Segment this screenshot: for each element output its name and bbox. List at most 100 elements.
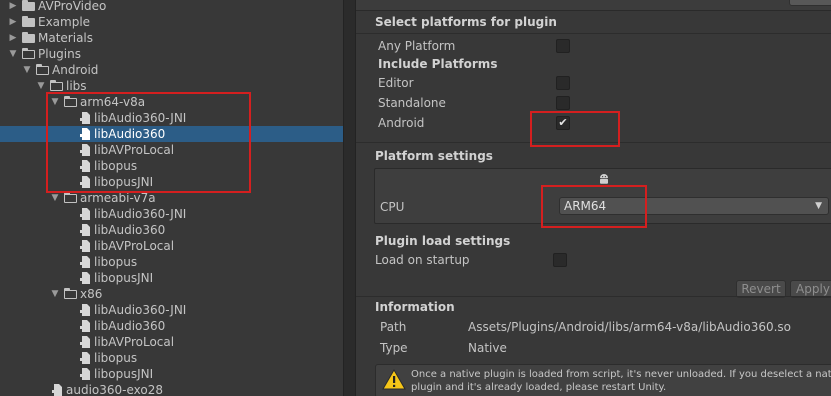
- tree-item-label: libopusJNI: [94, 271, 154, 285]
- plugin-icon: [78, 318, 92, 334]
- tree-folder-item[interactable]: ▼ Plugins: [0, 46, 343, 62]
- tree-plugin-item[interactable]: libAudio360: [0, 222, 343, 238]
- plugin-icon: [78, 126, 92, 142]
- plugin-icon: [78, 110, 92, 126]
- plugin-icon: [78, 222, 92, 238]
- platform-android-label: Android: [378, 116, 425, 130]
- tree-plugin-item[interactable]: libopusJNI: [0, 174, 343, 190]
- tree-plugin-item[interactable]: libopus: [0, 350, 343, 366]
- tree-folder-item[interactable]: ▼ x86: [0, 286, 343, 302]
- plugin-icon: [78, 142, 92, 158]
- tree-plugin-item[interactable]: audio360-exo28: [0, 382, 343, 396]
- platform-standalone-label: Standalone: [378, 96, 446, 110]
- information-title: Information: [375, 300, 455, 314]
- tree-item-label: audio360-exo28: [66, 383, 164, 396]
- tree-plugin-item[interactable]: libAVProLocal: [0, 334, 343, 350]
- tree-item-label: Android: [52, 63, 99, 77]
- platform-editor-checkbox[interactable]: [556, 76, 570, 90]
- tree-item-label: Plugins: [38, 47, 81, 61]
- expand-arrow-icon[interactable]: ▼: [8, 46, 18, 62]
- tree-plugin-item[interactable]: libopus: [0, 158, 343, 174]
- tree-plugin-item[interactable]: libAudio360-JNI: [0, 206, 343, 222]
- folder-icon: [22, 14, 36, 30]
- platform-settings-title: Platform settings: [375, 149, 493, 163]
- chevron-down-icon: ▼: [815, 201, 822, 211]
- divider: [356, 142, 831, 143]
- tree-item-label: libAudio360: [94, 223, 166, 237]
- collapse-arrow-icon[interactable]: ▶: [8, 30, 18, 46]
- tree-item-label: libAudio360-JNI: [94, 207, 187, 221]
- plugin-icon: [50, 382, 64, 396]
- tree-plugin-item[interactable]: libopus: [0, 254, 343, 270]
- expand-arrow-icon[interactable]: ▼: [22, 62, 32, 78]
- plugin-icon: [78, 366, 92, 382]
- help-message: Once a native plugin is loaded from scri…: [411, 368, 831, 394]
- plugin-icon: [78, 174, 92, 190]
- tree-item-label: x86: [80, 287, 103, 301]
- tree-folder-item[interactable]: ▼ armeabi-v7a: [0, 190, 343, 206]
- collapse-arrow-icon[interactable]: ▶: [8, 14, 18, 30]
- load-on-startup-label: Load on startup: [375, 253, 470, 267]
- expand-arrow-icon[interactable]: ▼: [36, 78, 46, 94]
- tree-plugin-item[interactable]: libAudio360-JNI: [0, 302, 343, 318]
- collapse-arrow-icon[interactable]: ▶: [8, 0, 18, 14]
- project-tree: ▶ AVProVideo ▶ Example ▶ Materials ▼ Plugins ▼ An…: [0, 0, 343, 396]
- cpu-label: CPU: [380, 200, 405, 214]
- expand-arrow-icon[interactable]: ▼: [50, 286, 60, 302]
- platform-editor-label: Editor: [378, 76, 414, 90]
- tree-plugin-item[interactable]: libAudio360: [0, 126, 343, 142]
- tree-item-label: libAVProLocal: [94, 143, 175, 157]
- tree-item-label: libAudio360: [94, 319, 166, 333]
- tree-item-label: libs: [66, 79, 87, 93]
- tree-item-label: armeabi-v7a: [80, 191, 156, 205]
- cpu-dropdown[interactable]: ARM64 ▼: [559, 197, 829, 215]
- tree-item-label: libAudio360: [94, 127, 166, 141]
- native-plugin-help-box: Once a native plugin is loaded from scri…: [375, 364, 831, 396]
- warning-icon: [382, 369, 406, 390]
- plugin-icon: [78, 158, 92, 174]
- tree-item-label: Materials: [38, 31, 94, 45]
- tree-item-label: libAudio360-JNI: [94, 111, 187, 125]
- tree-item-label: libAVProLocal: [94, 239, 175, 253]
- tree-plugin-item[interactable]: libAudio360-JNI: [0, 110, 343, 126]
- load-on-startup-checkbox[interactable]: [553, 253, 567, 267]
- panel-splitter[interactable]: [343, 0, 356, 396]
- help-line-1: Once a native plugin is loaded from scri…: [411, 369, 831, 380]
- folder-icon: [63, 286, 78, 302]
- tree-plugin-item[interactable]: libopusJNI: [0, 366, 343, 382]
- tree-item-label: libopus: [94, 255, 138, 269]
- include-platforms-title: Include Platforms: [378, 57, 498, 71]
- platform-android-checkbox[interactable]: ✔: [556, 116, 570, 130]
- tree-item-label: libAVProLocal: [94, 335, 175, 349]
- tree-plugin-item[interactable]: libAudio360: [0, 318, 343, 334]
- android-icon[interactable]: [598, 173, 610, 185]
- expand-arrow-icon[interactable]: ▼: [50, 94, 60, 110]
- tree-item-label: libopus: [94, 351, 138, 365]
- plugin-inspector: Select platforms for plugin Any Platform…: [356, 0, 831, 396]
- tree-folder-item[interactable]: ▶ Materials: [0, 30, 343, 46]
- select-platforms-title: Select platforms for plugin: [375, 15, 557, 29]
- tree-folder-item[interactable]: ▶ AVProVideo: [0, 0, 343, 14]
- tree-plugin-item[interactable]: libopusJNI: [0, 270, 343, 286]
- tree-plugin-item[interactable]: libAVProLocal: [0, 238, 343, 254]
- tree-item-label: Example: [38, 15, 91, 29]
- any-platform-checkbox[interactable]: [556, 39, 570, 53]
- plugin-icon: [78, 270, 92, 286]
- plugin-icon: [78, 206, 92, 222]
- tree-item-label: arm64-v8a: [80, 95, 146, 109]
- header-button[interactable]: [789, 0, 831, 6]
- plugin-icon: [78, 334, 92, 350]
- tree-folder-item[interactable]: ▼ arm64-v8a: [0, 94, 343, 110]
- tree-folder-item[interactable]: ▶ Example: [0, 14, 343, 30]
- plugin-icon: [78, 350, 92, 366]
- tree-folder-item[interactable]: ▼ libs: [0, 78, 343, 94]
- type-label: Type: [380, 341, 408, 355]
- expand-arrow-icon[interactable]: ▼: [50, 190, 60, 206]
- tree-folder-item[interactable]: ▼ Android: [0, 62, 343, 78]
- tree-plugin-item[interactable]: libAVProLocal: [0, 142, 343, 158]
- folder-icon: [63, 190, 78, 206]
- platform-standalone-checkbox[interactable]: [556, 96, 570, 110]
- folder-icon: [49, 78, 64, 94]
- type-value: Native: [468, 341, 507, 355]
- help-line-2: plugin and it's already loaded, please r…: [411, 382, 667, 393]
